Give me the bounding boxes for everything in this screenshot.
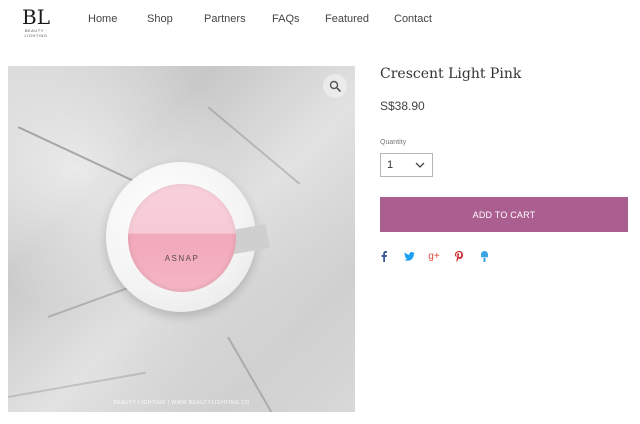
nav-partners[interactable]: Partners xyxy=(187,13,257,25)
fancy-icon[interactable] xyxy=(480,250,488,262)
quantity-label: Quantity xyxy=(380,139,407,146)
logo-monogram: BL xyxy=(22,5,50,29)
nav-shop[interactable]: Shop xyxy=(129,13,187,25)
chevron-down-icon xyxy=(415,162,425,168)
share-bar: g+ xyxy=(380,250,488,262)
logo-tagline: BEAUTY · LIGHTING xyxy=(24,28,48,38)
marble-vein xyxy=(17,126,137,183)
magnifier-icon xyxy=(329,80,341,92)
nav-featured[interactable]: Featured xyxy=(309,13,382,25)
quantity-select[interactable]: 1 xyxy=(380,153,433,177)
twitter-icon[interactable] xyxy=(403,250,415,262)
pinterest-icon[interactable] xyxy=(454,250,463,262)
image-watermark: BEAUTY LIGHTING | WWW.BEAUTYLIGHTING.CO xyxy=(113,400,250,406)
nav-home[interactable]: Home xyxy=(88,13,129,25)
product-price: S$38.90 xyxy=(380,99,425,113)
product-title: Crescent Light Pink xyxy=(380,66,522,82)
zoom-button[interactable] xyxy=(323,74,347,98)
ring-light-lens: ASNAP xyxy=(128,184,236,292)
marble-vein xyxy=(8,371,147,398)
product-image[interactable]: ASNAP BEAUTY LIGHTING | WWW.BEAUTYLIGHTI… xyxy=(8,66,355,412)
main-nav: Home Shop Partners FAQs Featured Contact xyxy=(88,13,432,25)
site-logo[interactable]: BL BEAUTY · LIGHTING xyxy=(14,6,58,40)
add-to-cart-button[interactable]: ADD TO CART xyxy=(380,197,628,232)
nav-contact[interactable]: Contact xyxy=(382,13,432,25)
quantity-value: 1 xyxy=(387,159,394,171)
product-brand-text: ASNAP xyxy=(164,254,200,263)
facebook-icon[interactable] xyxy=(380,250,387,262)
google-plus-icon[interactable]: g+ xyxy=(427,250,441,262)
nav-faqs[interactable]: FAQs xyxy=(257,13,309,25)
